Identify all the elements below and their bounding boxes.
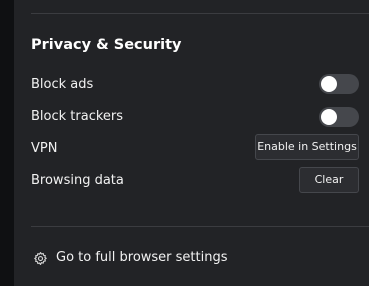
toggle-knob <box>321 109 337 125</box>
gear-icon <box>33 251 48 266</box>
block-ads-label: Block ads <box>31 77 94 92</box>
block-ads-toggle[interactable] <box>319 74 359 94</box>
full-browser-settings-label: Go to full browser settings <box>56 250 228 265</box>
section-title: Privacy & Security <box>31 37 182 53</box>
bottom-divider <box>31 226 369 227</box>
clear-browsing-data-button[interactable]: Clear <box>299 167 359 193</box>
toggle-knob <box>321 76 337 92</box>
top-divider <box>31 13 369 14</box>
block-trackers-label: Block trackers <box>31 109 124 124</box>
block-trackers-toggle[interactable] <box>319 107 359 127</box>
enable-vpn-button[interactable]: Enable in Settings <box>255 134 359 160</box>
browsing-data-label: Browsing data <box>31 173 124 188</box>
privacy-security-panel: Privacy & Security Block ads Block track… <box>14 0 369 286</box>
full-browser-settings-link[interactable]: Go to full browser settings <box>33 248 228 268</box>
vpn-label: VPN <box>31 141 58 156</box>
